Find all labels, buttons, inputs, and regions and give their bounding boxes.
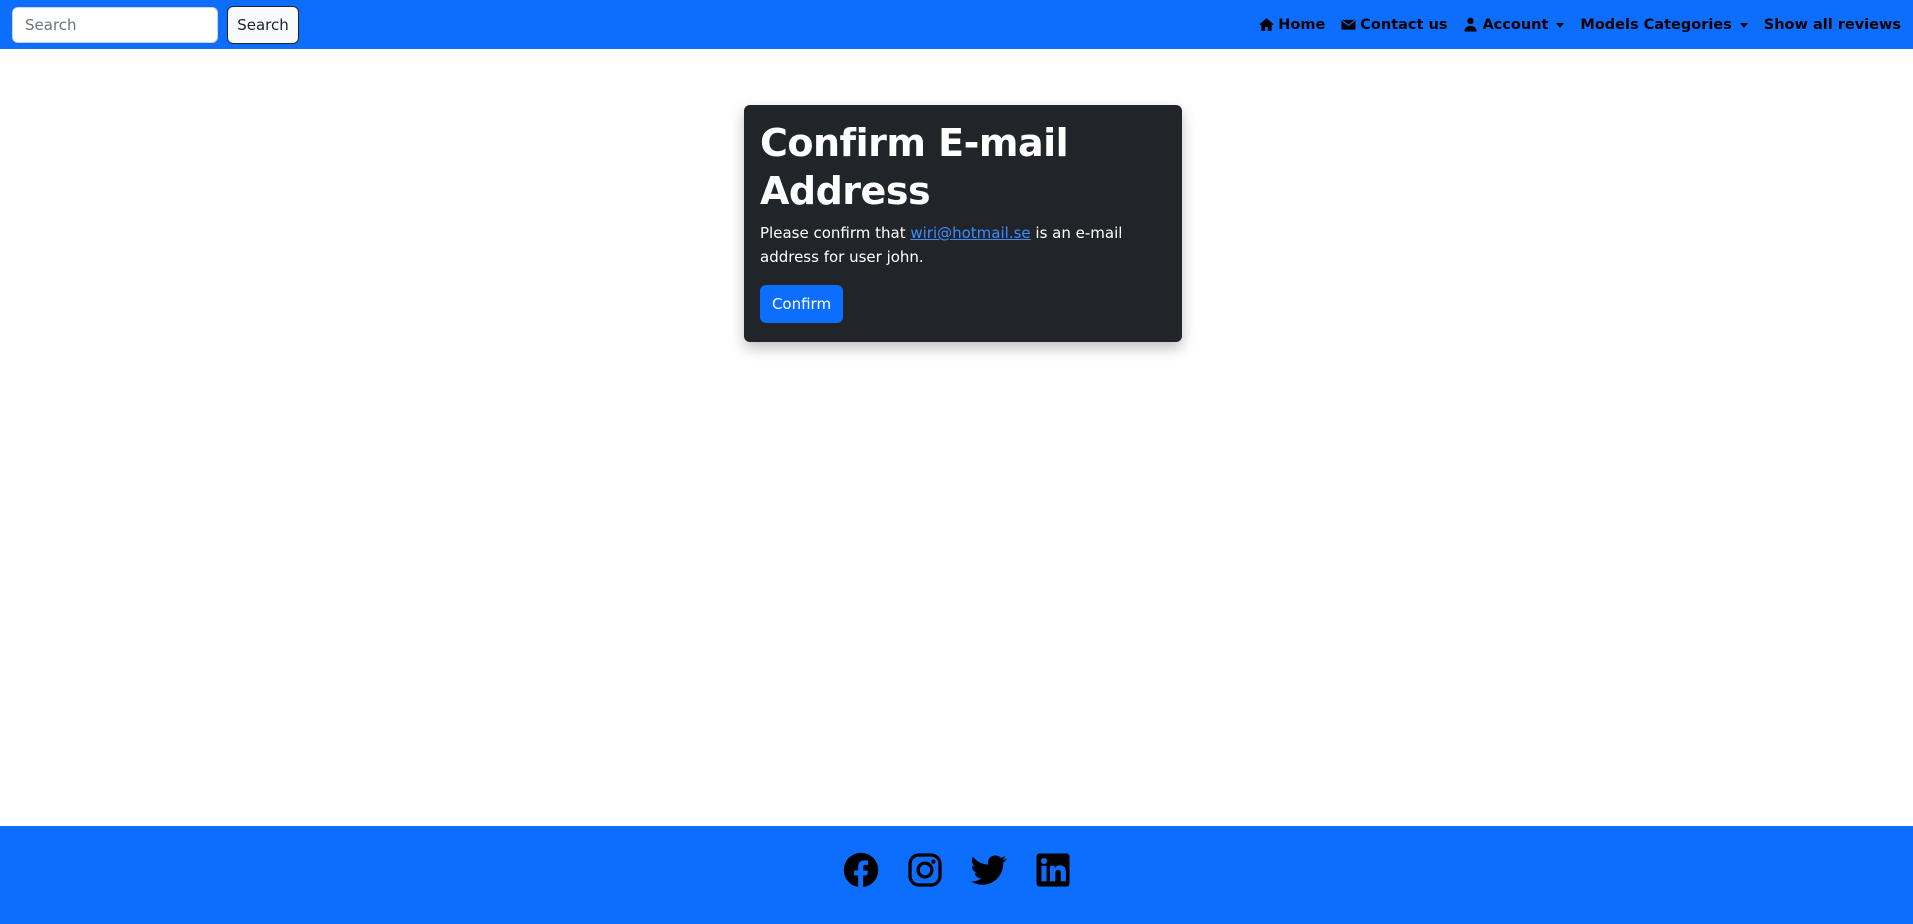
page-title: Confirm E-mail Address bbox=[760, 121, 1069, 213]
search-form: Search bbox=[12, 5, 299, 44]
nav-contact-label: Contact us bbox=[1360, 16, 1448, 33]
nav-account-label: Account bbox=[1482, 16, 1549, 33]
nav-home-link[interactable]: Home bbox=[1259, 17, 1325, 33]
confirm-message-prefix: Please confirm that bbox=[760, 224, 911, 242]
footer bbox=[0, 826, 1913, 924]
search-input[interactable] bbox=[12, 6, 218, 43]
search-button[interactable]: Search bbox=[227, 5, 299, 44]
nav-home-label: Home bbox=[1278, 16, 1326, 33]
nav-show-all-reviews-link[interactable]: Show all reviews bbox=[1764, 17, 1901, 33]
confirm-button[interactable]: Confirm bbox=[760, 285, 843, 323]
home-icon bbox=[1259, 17, 1274, 32]
nav-models-categories-label: Models Categories bbox=[1580, 16, 1732, 33]
social-links bbox=[829, 852, 1085, 888]
navbar: Search Home Contact us Account bbox=[0, 0, 1913, 49]
user-icon bbox=[1463, 17, 1478, 32]
instagram-icon[interactable] bbox=[907, 852, 943, 888]
twitter-icon[interactable] bbox=[970, 852, 1007, 888]
nav-contact-link[interactable]: Contact us bbox=[1341, 17, 1447, 33]
nav-models-categories-dropdown[interactable]: Models Categories bbox=[1580, 16, 1748, 33]
email-link[interactable]: wiri@hotmail.se bbox=[910, 224, 1030, 242]
envelope-icon bbox=[1341, 17, 1356, 32]
chevron-down-icon bbox=[1556, 22, 1565, 28]
linkedin-icon[interactable] bbox=[1035, 852, 1071, 888]
nav-account-dropdown[interactable]: Account bbox=[1463, 16, 1565, 33]
chevron-down-icon bbox=[1739, 22, 1748, 28]
nav-links: Home Contact us Account Models Categorie… bbox=[1243, 0, 1901, 49]
facebook-icon[interactable] bbox=[843, 852, 879, 888]
confirm-message: Please confirm that wiri@hotmail.se is a… bbox=[760, 221, 1166, 269]
confirm-email-card: Confirm E-mail Address Please confirm th… bbox=[744, 105, 1182, 342]
nav-show-all-reviews-label: Show all reviews bbox=[1763, 16, 1901, 33]
page: Search Home Contact us Account bbox=[0, 0, 1913, 924]
